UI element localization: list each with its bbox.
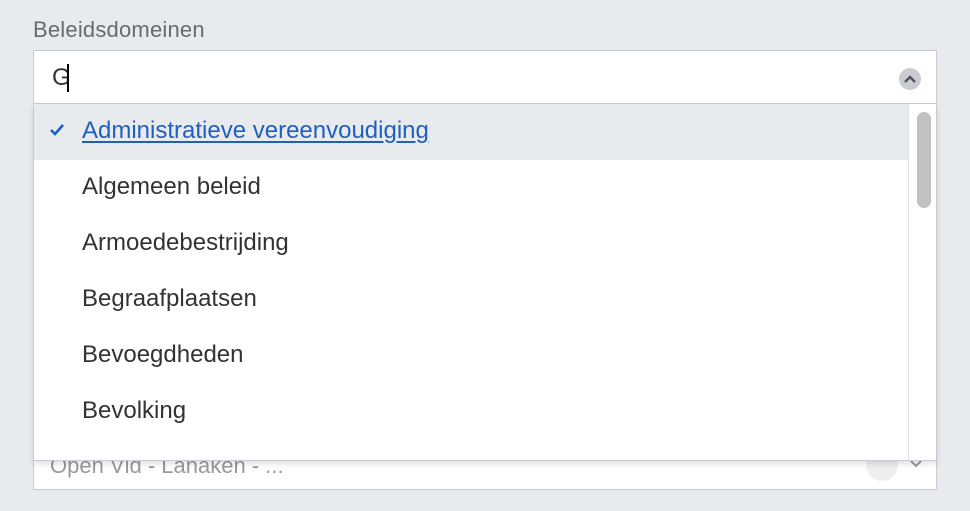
dropdown-scrollbar[interactable] [908, 104, 936, 460]
option-item[interactable]: Bevolking [34, 384, 909, 440]
option-label: Bevoegdheden [82, 341, 244, 368]
option-item[interactable]: Bevoegdheden [34, 328, 909, 384]
chevron-up-icon[interactable] [899, 68, 921, 90]
option-item[interactable]: Administratieve vereenvoudiging [34, 104, 909, 160]
option-label: Administratieve vereenvoudiging [82, 117, 429, 144]
scrollbar-thumb[interactable] [917, 112, 931, 208]
option-label: Armoedebestrijding [82, 229, 289, 256]
checkmark-icon [49, 123, 65, 142]
option-label: Begraafplaatsen [82, 285, 257, 312]
options-dropdown: Administratieve vereenvoudiging Algemeen… [33, 104, 937, 461]
option-label: Bevolking [82, 397, 187, 424]
option-item[interactable]: Armoedebestrijding [34, 216, 909, 272]
option-label: Algemeen beleid [82, 173, 261, 200]
text-cursor [67, 64, 69, 92]
search-input[interactable] [52, 61, 872, 95]
beleidsdomeinen-combobox[interactable] [33, 50, 937, 104]
option-item[interactable]: Begraafplaatsen [34, 272, 909, 328]
field-label: Beleidsdomeinen [33, 17, 205, 42]
option-item[interactable]: Algemeen beleid [34, 160, 909, 216]
